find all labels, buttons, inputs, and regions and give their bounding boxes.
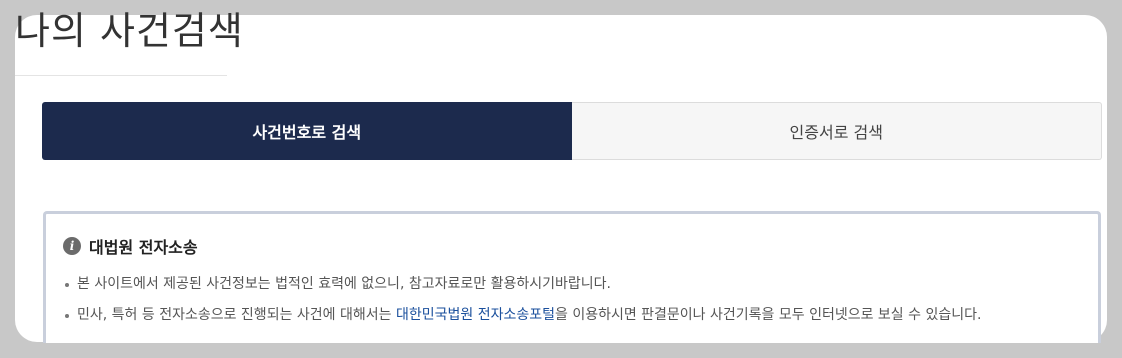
info-icon: i: [63, 237, 81, 255]
search-tabs: 사건번호로 검색 인증서로 검색: [42, 102, 1102, 160]
notice-item-text-after: 을 이용하시면 판결문이나 사건기록을 모두 인터넷으로 보실 수 있습니다.: [554, 307, 982, 323]
title-divider: [15, 75, 227, 76]
notice-item-portal: 민사, 특허 등 전자소송으로 진행되는 사건에 대해서는 대한민국법원 전자소…: [63, 305, 1081, 325]
notice-item-text: 본 사이트에서 제공된 사건정보는 법적인 효력에 없으니, 참고자료로만 활용…: [77, 276, 611, 292]
notice-title: 대법원 전자소송: [89, 238, 198, 257]
tab-certificate-search[interactable]: 인증서로 검색: [571, 102, 1102, 160]
notice-header: i 대법원 전자소송: [63, 234, 1081, 258]
notice-item-text-before: 민사, 특허 등 전자소송으로 진행되는 사건에 대해서는: [77, 307, 396, 323]
notice-box: i 대법원 전자소송 본 사이트에서 제공된 사건정보는 법적인 효력에 없으니…: [43, 211, 1101, 343]
notice-item-disclaimer: 본 사이트에서 제공된 사건정보는 법적인 효력에 없으니, 참고자료로만 활용…: [63, 274, 1081, 294]
e-litigation-portal-link[interactable]: 대한민국법원 전자소송포털: [396, 307, 555, 323]
page-title: 나의 사건검색: [15, 9, 244, 53]
notice-list: 본 사이트에서 제공된 사건정보는 법적인 효력에 없으니, 참고자료로만 활용…: [63, 274, 1081, 325]
tab-case-number-search[interactable]: 사건번호로 검색: [42, 102, 572, 160]
